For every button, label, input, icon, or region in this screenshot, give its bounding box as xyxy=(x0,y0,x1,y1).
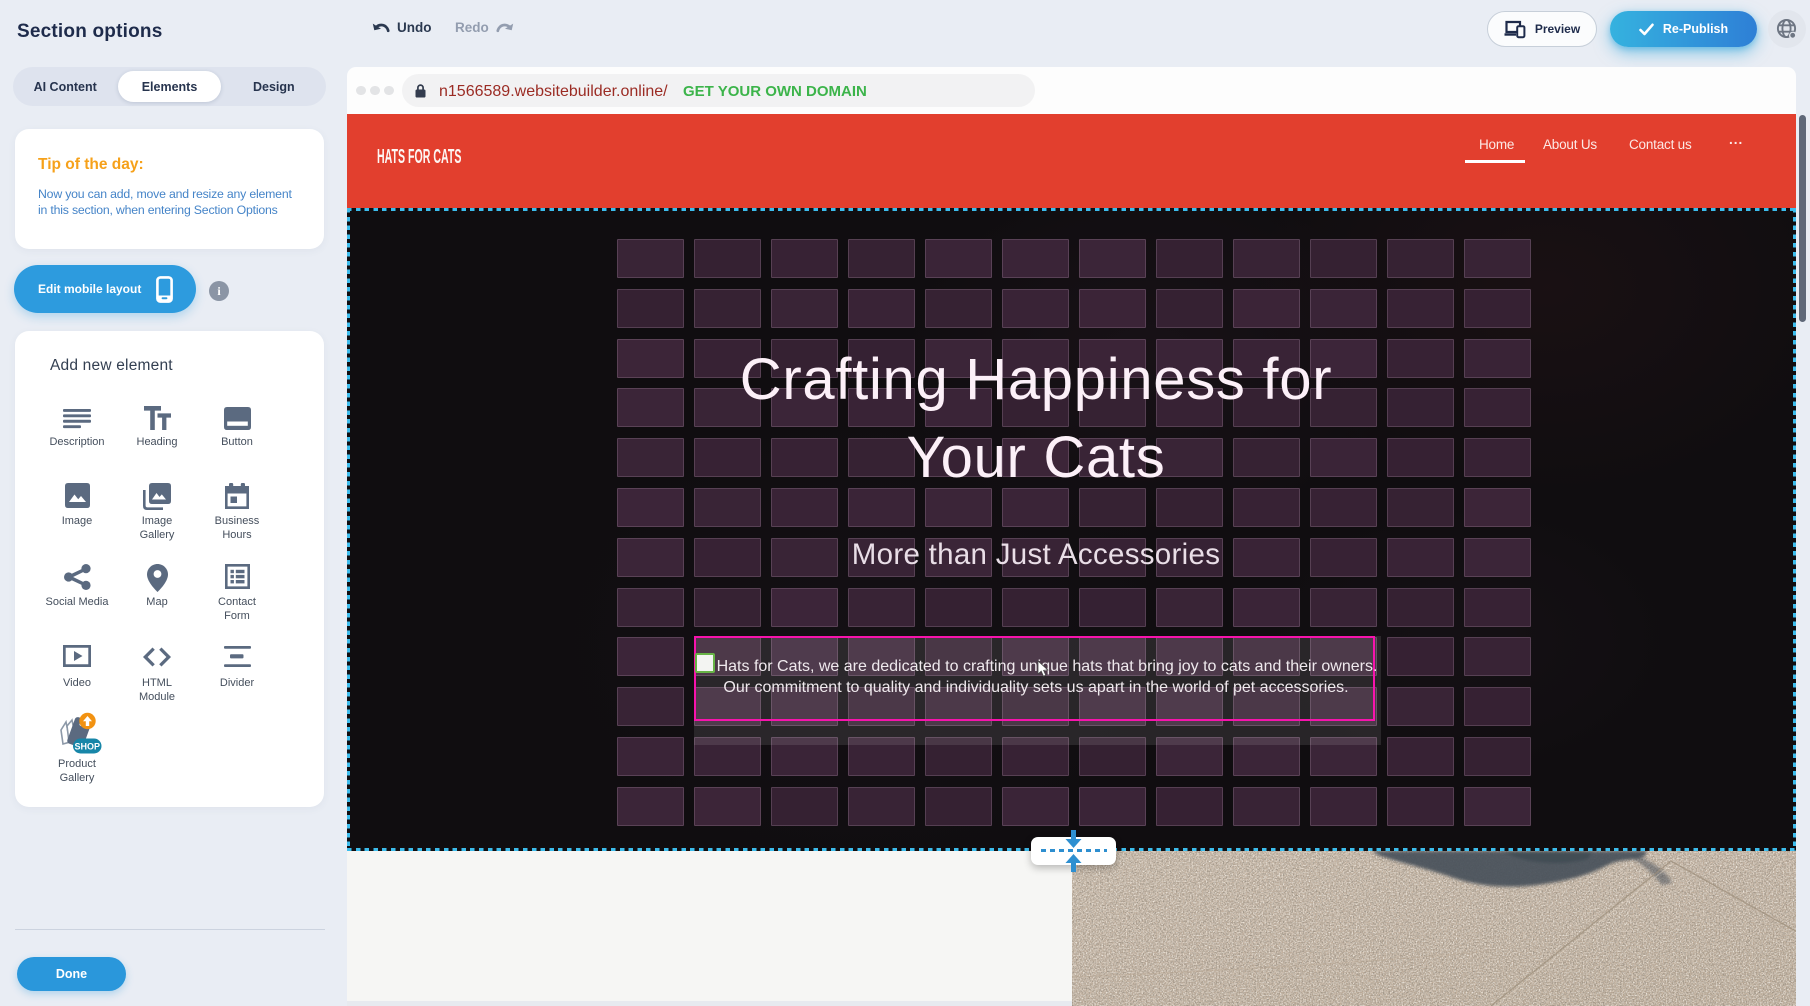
svg-text:SHOP: SHOP xyxy=(74,742,100,752)
